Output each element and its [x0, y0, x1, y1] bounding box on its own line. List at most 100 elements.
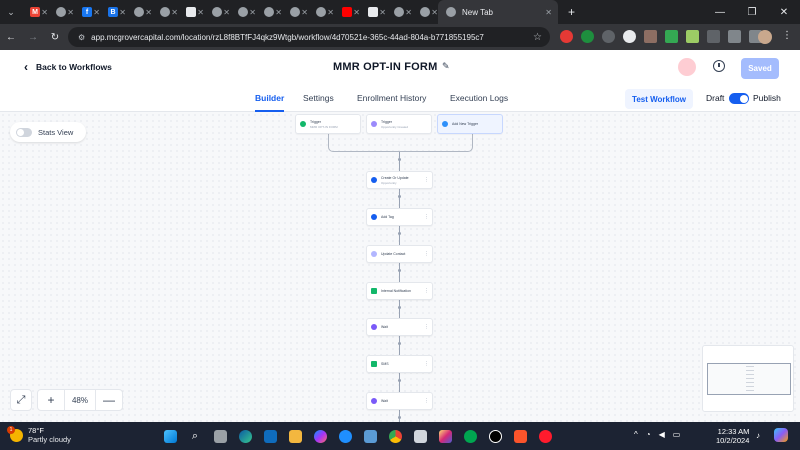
close-tab-icon[interactable]: ✕	[353, 8, 360, 17]
extension-icon[interactable]	[581, 30, 594, 43]
close-tab-icon[interactable]: ✕	[93, 8, 100, 17]
pencil-icon[interactable]: ✎	[442, 61, 450, 72]
brave-icon[interactable]	[510, 426, 530, 446]
chrome-taskbar-icon[interactable]	[385, 426, 405, 446]
close-tab-icon[interactable]: ✕	[145, 8, 152, 17]
back-to-workflows-link[interactable]: ‹ Back to Workflows	[24, 61, 112, 73]
wifi-icon[interactable]: ◔	[646, 430, 651, 439]
start-icon[interactable]	[160, 426, 180, 446]
store-icon[interactable]	[360, 426, 380, 446]
puzzle-icon[interactable]	[728, 30, 741, 43]
close-tab-icon[interactable]: ✕	[223, 8, 230, 17]
node-menu-icon[interactable]: ⋮	[424, 214, 429, 220]
node-menu-icon[interactable]: ⋮	[424, 251, 429, 257]
extension-icon[interactable]	[665, 30, 678, 43]
close-tab-icon[interactable]: ✕	[379, 8, 386, 17]
publish-toggle[interactable]	[729, 93, 749, 104]
tab-settings[interactable]: Settings	[303, 93, 334, 103]
browser-tab[interactable]: ✕	[282, 0, 308, 24]
trigger-node[interactable]: Trigger MMR OPT-IN FORM	[295, 114, 361, 134]
tab-enrollment-history[interactable]: Enrollment History	[357, 93, 426, 103]
profile-avatar[interactable]	[758, 30, 772, 44]
add-step-dot[interactable]	[398, 232, 401, 235]
add-step-dot[interactable]	[398, 379, 401, 382]
browser-tab[interactable]: ✕	[308, 0, 334, 24]
search-icon[interactable]: ⌕	[185, 426, 205, 446]
close-tab-icon[interactable]: ✕	[301, 8, 308, 17]
bell-icon[interactable]: ♪	[756, 431, 760, 440]
close-tab-icon[interactable]: ✕	[171, 8, 178, 17]
saved-button[interactable]: Saved	[741, 58, 779, 79]
add-new-trigger-node[interactable]: Add New Trigger	[437, 114, 503, 134]
extension-icon[interactable]	[707, 30, 720, 43]
close-tab-icon[interactable]: ✕	[327, 8, 334, 17]
add-step-dot[interactable]	[398, 306, 401, 309]
extension-icon[interactable]	[686, 30, 699, 43]
trigger-node[interactable]: Trigger Opportunity Created	[366, 114, 432, 134]
bookmark-star-icon[interactable]: ☆	[533, 32, 542, 43]
action-node-wait[interactable]: Wait ⋮	[366, 318, 433, 336]
workflow-canvas[interactable]: Stats View Trigger MMR OPT-IN FORM Trigge…	[0, 112, 800, 422]
file-explorer-icon[interactable]	[285, 426, 305, 446]
close-tab-icon[interactable]: ✕	[67, 8, 74, 17]
add-step-dot[interactable]	[398, 195, 401, 198]
back-arrow-icon[interactable]: ←	[0, 24, 22, 50]
action-node-create-update-opportunity[interactable]: Create Or Update Opportunity ⋮	[366, 171, 433, 189]
chevron-up-icon[interactable]: ^	[634, 430, 638, 439]
instagram-icon[interactable]	[435, 426, 455, 446]
browser-tab[interactable]: ✕	[230, 0, 256, 24]
node-menu-icon[interactable]: ⋮	[424, 398, 429, 404]
action-node-sms[interactable]: SMS ⋮	[366, 355, 433, 373]
address-bar[interactable]: ⚙ app.mcgrovercapital.com/location/rzL8f…	[68, 27, 550, 47]
browser-tab[interactable]: B ✕	[100, 0, 126, 24]
add-step-dot[interactable]	[398, 416, 401, 419]
history-icon[interactable]	[713, 60, 725, 72]
copilot-icon[interactable]	[774, 428, 788, 442]
add-step-dot[interactable]	[398, 158, 401, 161]
outlook-icon[interactable]	[260, 426, 280, 446]
add-step-dot[interactable]	[398, 342, 401, 345]
browser-tab[interactable]: ✕	[334, 0, 360, 24]
close-window-icon[interactable]: ✕	[768, 0, 800, 24]
browser-tab[interactable]: ✕	[178, 0, 204, 24]
node-menu-icon[interactable]: ⋮	[424, 177, 429, 183]
canvas-minimap[interactable]	[702, 345, 794, 412]
mail-icon[interactable]	[410, 426, 430, 446]
close-tab-icon[interactable]: ✕	[197, 8, 204, 17]
threads-icon[interactable]	[485, 426, 505, 446]
tab-new-tab[interactable]: New Tab ✕	[438, 0, 558, 24]
extension-icon[interactable]	[602, 30, 615, 43]
restore-icon[interactable]: ❐	[736, 0, 768, 24]
tab-execution-logs[interactable]: Execution Logs	[450, 93, 508, 103]
new-tab-button[interactable]: +	[568, 5, 575, 19]
app-icon[interactable]	[460, 426, 480, 446]
user-avatar[interactable]	[678, 58, 696, 76]
volume-icon[interactable]: ◀	[659, 430, 665, 439]
kebab-menu-icon[interactable]: ⋮	[782, 30, 792, 41]
edge-icon[interactable]	[235, 426, 255, 446]
close-tab-icon[interactable]: ✕	[41, 8, 48, 17]
task-view-icon[interactable]	[210, 426, 230, 446]
close-tab-icon[interactable]: ✕	[119, 8, 126, 17]
action-node-internal-notification[interactable]: Internal Notification ⋮	[366, 282, 433, 300]
fit-view-icon[interactable]: ⤢	[10, 389, 32, 411]
node-menu-icon[interactable]: ⋮	[424, 361, 429, 367]
tab-builder[interactable]: Builder	[255, 93, 285, 112]
browser-tab[interactable]: f ✕	[74, 0, 100, 24]
action-node-add-tag[interactable]: Add Tag ⋮	[366, 208, 433, 226]
add-step-dot[interactable]	[398, 269, 401, 272]
stats-toggle-switch[interactable]	[16, 127, 32, 137]
action-node-wait[interactable]: Wait ⋮	[366, 392, 433, 410]
zoom-in-button[interactable]: +	[38, 390, 64, 410]
browser-tab[interactable]: ✕	[48, 0, 74, 24]
close-tab-icon[interactable]: ✕	[431, 8, 438, 17]
close-tab-icon[interactable]: ✕	[275, 8, 282, 17]
browser-tab[interactable]: ✕	[386, 0, 412, 24]
zoom-out-button[interactable]: —	[96, 390, 122, 410]
site-info-icon[interactable]: ⚙	[78, 33, 85, 42]
browser-tab[interactable]: ✕	[152, 0, 178, 24]
node-menu-icon[interactable]: ⋮	[424, 324, 429, 330]
browser-tab[interactable]: ✕	[126, 0, 152, 24]
browser-tab[interactable]: M ✕	[22, 0, 48, 24]
tab-search-icon[interactable]: ⌄	[0, 0, 22, 24]
